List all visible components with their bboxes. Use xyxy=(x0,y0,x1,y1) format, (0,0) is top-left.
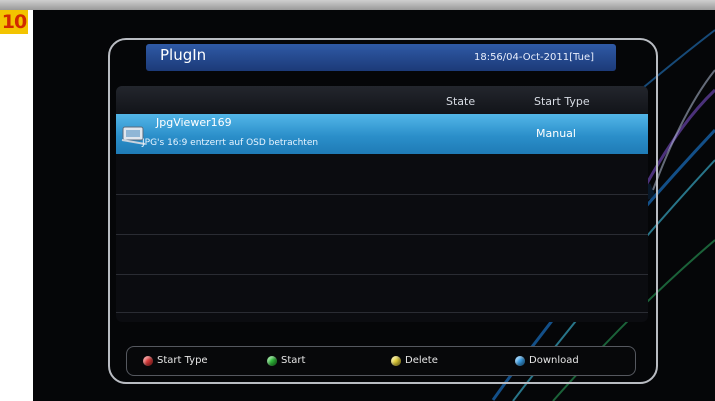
yellow-key-icon xyxy=(391,355,401,366)
column-header-start-type: Start Type xyxy=(534,95,590,108)
row-divider xyxy=(116,312,648,313)
row-divider xyxy=(116,274,648,275)
yellow-key-button[interactable]: Delete xyxy=(391,355,438,366)
page-number-badge: 10 xyxy=(0,10,28,34)
plugin-start-type: Manual xyxy=(536,127,576,140)
column-header-state: State xyxy=(446,95,476,108)
blue-key-icon xyxy=(515,355,525,366)
title-bar: PlugIn 18:56/04-Oct-2011[Tue] xyxy=(146,44,616,71)
plugin-description: JPG's 16:9 entzerrt auf OSD betrachten xyxy=(142,138,319,148)
green-key-button[interactable]: Start xyxy=(267,355,305,366)
color-key-bar: Start Type Start Delete Download xyxy=(126,346,636,376)
list-header: State Start Type xyxy=(116,86,648,114)
blue-key-button[interactable]: Download xyxy=(515,355,579,366)
datetime-display: 18:56/04-Oct-2011[Tue] xyxy=(473,52,594,63)
red-key-label: Start Type xyxy=(157,355,208,366)
row-divider xyxy=(116,234,648,235)
red-key-icon xyxy=(143,355,153,366)
top-strip xyxy=(0,0,715,10)
plugin-list: State Start Type JpgViewer169 JPG's 16:9… xyxy=(116,86,648,322)
list-item-selected[interactable]: JpgViewer169 JPG's 16:9 entzerrt auf OSD… xyxy=(116,114,648,154)
red-key-button[interactable]: Start Type xyxy=(143,355,208,366)
green-key-icon xyxy=(267,355,277,366)
green-key-label: Start xyxy=(281,355,306,366)
plugin-name: JpgViewer169 xyxy=(156,116,232,129)
page-title: PlugIn xyxy=(160,46,207,64)
blue-key-label: Download xyxy=(529,355,579,366)
yellow-key-label: Delete xyxy=(405,355,438,366)
row-divider xyxy=(116,194,648,195)
